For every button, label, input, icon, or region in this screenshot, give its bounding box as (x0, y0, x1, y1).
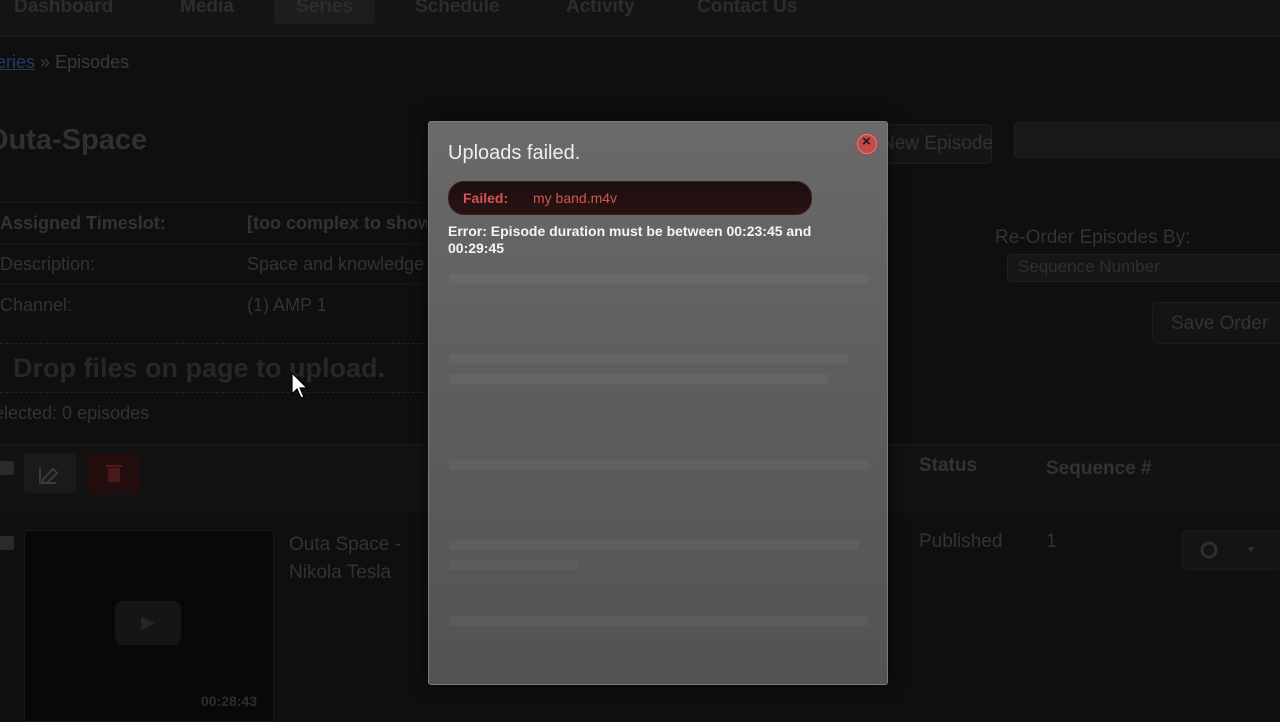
ghost-text (449, 560, 579, 570)
error-message: Error: Episode duration must be between … (448, 223, 812, 256)
save-order-button[interactable]: Save Order (1152, 302, 1280, 344)
save-order-label: Save Order (1171, 313, 1269, 334)
column-header-sequence[interactable]: Sequence # (1046, 455, 1156, 483)
episode-duration: 00:28:43 (200, 693, 257, 709)
nav-item-media[interactable]: Media (180, 0, 234, 18)
selection-count: Selected: 0 episodes (0, 403, 150, 423)
upload-error-modal: Uploads failed. × Failed: my band.m4v Er… (428, 121, 888, 685)
delete-button[interactable] (88, 453, 140, 493)
nav-item-schedule[interactable]: Schedule (415, 0, 499, 18)
failed-file-badge: Failed: my band.m4v (448, 181, 812, 215)
new-episode-label: New Episode (881, 133, 993, 154)
reorder-selected-value: Sequence Number (1018, 257, 1160, 276)
info-value: (1) AMP 1 (247, 295, 327, 315)
info-row-timeslot: Assigned Timeslot: [too complex to show] (0, 202, 430, 243)
ghost-text (449, 616, 869, 626)
info-row-description: Description: Space and knowledge (0, 243, 430, 284)
info-value: Space and knowledge (247, 254, 425, 274)
info-label: Description: (0, 254, 96, 274)
play-icon: ▶ (115, 601, 181, 645)
episode-title[interactable]: Outa Space - Nikola Tesla (289, 531, 419, 587)
ghost-text (449, 354, 849, 364)
reorder-select[interactable]: Sequence Number (1007, 254, 1280, 282)
top-nav: Dashboard Media Series Schedule Activity… (0, 0, 1280, 37)
ghost-text (449, 274, 869, 284)
failed-label: Failed: (463, 190, 509, 206)
breadcrumb: Series » Episodes (0, 52, 129, 73)
episode-thumbnail[interactable]: ▶ 00:28:43 (24, 530, 274, 722)
gear-icon (1200, 541, 1255, 559)
breadcrumb-current: Episodes (55, 52, 130, 72)
info-row-channel: Channel: (1) AMP 1 (0, 284, 430, 325)
reorder-label: Re-Order Episodes By: (995, 227, 1191, 248)
edit-button[interactable] (24, 453, 76, 493)
episode-status: Published (919, 531, 1003, 552)
select-all-checkbox[interactable] (0, 461, 14, 475)
nav-item-contact-us[interactable]: Contact Us (697, 0, 797, 18)
ghost-text (449, 460, 869, 470)
mouse-cursor-icon (291, 372, 309, 399)
dropzone-text: Drop files on page to upload. (13, 353, 386, 383)
info-label: Assigned Timeslot: (0, 213, 166, 233)
ghost-text (449, 540, 859, 550)
trash-icon (106, 465, 122, 482)
nav-item-series[interactable]: Series (274, 0, 376, 24)
info-value: [too complex to show] (247, 213, 427, 233)
failed-file-name: my band.m4v (533, 190, 618, 206)
nav-item-activity[interactable]: Activity (566, 0, 635, 18)
breadcrumb-separator: » (40, 52, 51, 72)
ghost-text (449, 374, 829, 384)
nav-item-dashboard[interactable]: Dashboard (14, 0, 113, 18)
upload-dropzone[interactable]: Drop files on page to upload. (0, 343, 430, 393)
modal-title: Uploads failed. (448, 142, 581, 164)
page-title: Outa-Space (0, 124, 148, 156)
breadcrumb-link-series[interactable]: Series (0, 52, 35, 72)
info-label: Channel: (0, 295, 73, 315)
column-header-status[interactable]: Status (919, 455, 977, 477)
close-icon: × (862, 133, 871, 150)
episode-sequence: 1 (1046, 531, 1057, 552)
edit-icon (39, 467, 59, 484)
row-actions-button[interactable] (1182, 530, 1280, 570)
row-checkbox[interactable] (0, 536, 14, 550)
close-button[interactable]: × (857, 133, 877, 154)
search-input[interactable] (1014, 122, 1280, 158)
